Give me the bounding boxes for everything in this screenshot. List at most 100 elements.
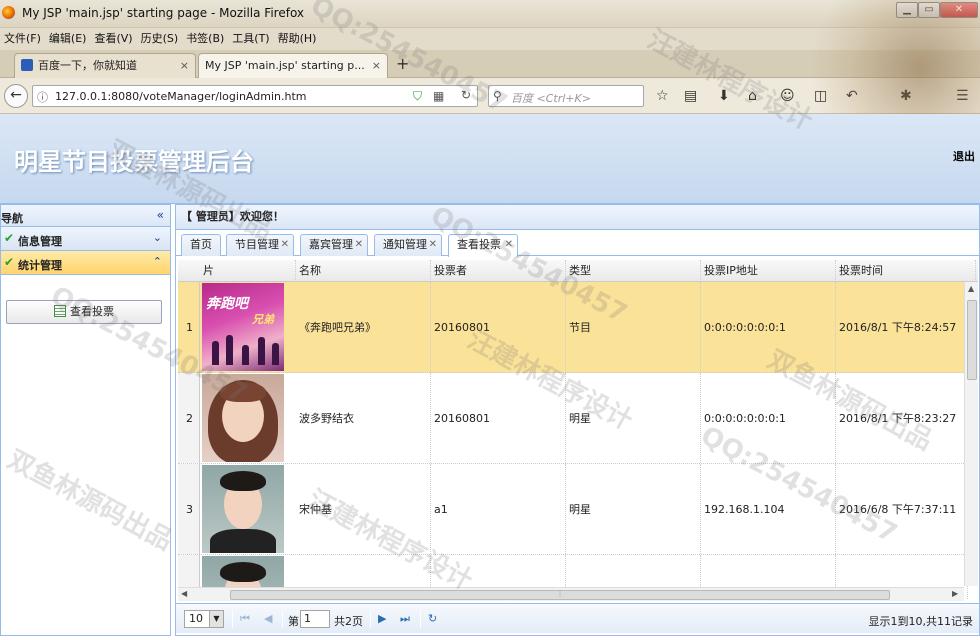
column-header-type[interactable]: 类型 bbox=[566, 260, 701, 282]
collapse-chevron-icon[interactable]: ⌃ bbox=[153, 255, 162, 268]
pocket-icon[interactable]: ◫ bbox=[814, 88, 827, 104]
collapse-panel-icon[interactable]: « bbox=[157, 208, 164, 222]
accordion-statistics-management[interactable]: ✔ 统计管理 ⌃ bbox=[1, 251, 170, 275]
puzzle-icon[interactable]: ✱ bbox=[900, 88, 912, 104]
search-bar[interactable]: ⚲ 百度 <Ctrl+K> bbox=[488, 85, 644, 107]
column-header-time[interactable]: 投票时间 bbox=[836, 260, 976, 282]
cell-name: 宋仲基 bbox=[296, 464, 431, 554]
navigation-title: 导航 bbox=[1, 212, 23, 225]
accordion-info-management[interactable]: ✔ 信息管理 ⌄ bbox=[1, 227, 170, 251]
tab-label: 查看投票 bbox=[457, 238, 501, 251]
close-tab-icon[interactable]: × bbox=[372, 54, 381, 77]
column-header-ip[interactable]: 投票IP地址 bbox=[701, 260, 836, 282]
logout-link[interactable]: 退出 bbox=[953, 148, 975, 164]
next-page-icon[interactable]: ▶ bbox=[378, 612, 386, 625]
photo-caption: 兄弟 bbox=[252, 313, 274, 326]
grid-header: 片 名称 投票者 类型 投票IP地址 投票时间 bbox=[178, 260, 978, 282]
close-tab-icon[interactable]: ✕ bbox=[281, 235, 289, 255]
menu-view[interactable]: 查看(V) bbox=[90, 28, 136, 50]
page-size-select[interactable]: 10 ▼ bbox=[184, 610, 224, 628]
undo-icon[interactable]: ↶ bbox=[846, 88, 858, 104]
browser-tab-label: My JSP 'main.jsp' starting p... bbox=[205, 59, 365, 72]
navigation-panel-header: 导航 « bbox=[1, 205, 170, 227]
table-row[interactable]: 1 奔跑吧 兄弟 《奔跑吧兄弟》 20160801 节目 0:0:0:0:0:0… bbox=[178, 282, 968, 373]
url-text: 127.0.0.1:8080/voteManager/loginAdmin.ht… bbox=[55, 90, 307, 103]
back-button[interactable]: ← bbox=[4, 84, 28, 108]
home-icon[interactable]: ⌂ bbox=[748, 88, 757, 104]
content-tab-strip: 首页 节目管理 ✕ 嘉宾管理 ✕ 通知管理 ✕ 查看投票 ✕ bbox=[176, 230, 979, 257]
tab-guest-management[interactable]: 嘉宾管理 ✕ bbox=[300, 234, 368, 256]
cell-ip: 192.168.1.104 bbox=[701, 464, 836, 554]
star-photo bbox=[202, 465, 284, 553]
download-icon[interactable]: ⬇ bbox=[718, 88, 730, 104]
row-number: 2 bbox=[178, 373, 200, 463]
tab-label: 通知管理 bbox=[383, 238, 427, 251]
url-bar[interactable]: ⓘ 127.0.0.1:8080/voteManager/loginAdmin.… bbox=[32, 85, 478, 107]
column-header-name[interactable]: 名称 bbox=[296, 260, 431, 282]
view-votes-label: 查看投票 bbox=[70, 305, 114, 318]
column-header-voter[interactable]: 投票者 bbox=[431, 260, 566, 282]
first-page-icon[interactable]: ⏮ bbox=[240, 612, 250, 626]
menu-edit[interactable]: 编辑(E) bbox=[45, 28, 91, 50]
cell-type: 明星 bbox=[566, 464, 701, 554]
browser-tab-bar: 百度一下，你就知道 × My JSP 'main.jsp' starting p… bbox=[0, 50, 980, 78]
table-row[interactable]: 2 波多野结衣 20160801 明星 0:0:0:0:0:0:0:1 2016… bbox=[178, 373, 968, 464]
menu-bar: 文件(F) 编辑(E) 查看(V) 历史(S) 书签(B) 工具(T) 帮助(H) bbox=[0, 28, 980, 50]
vertical-scrollbar[interactable]: ▲ bbox=[964, 282, 978, 586]
expand-chevron-icon[interactable]: ⌄ bbox=[153, 231, 162, 244]
menu-bookmarks[interactable]: 书签(B) bbox=[182, 28, 228, 50]
close-tab-icon[interactable]: × bbox=[180, 54, 189, 77]
minimize-button[interactable]: ▁ bbox=[896, 2, 918, 18]
tab-home[interactable]: 首页 bbox=[181, 234, 221, 256]
menu-history[interactable]: 历史(S) bbox=[137, 28, 183, 50]
column-header-photo[interactable]: 片 bbox=[200, 260, 296, 282]
tab-program-management[interactable]: 节目管理 ✕ bbox=[226, 234, 294, 256]
refresh-icon[interactable]: ↻ bbox=[428, 612, 437, 625]
photo-caption: 奔跑吧 bbox=[206, 296, 248, 312]
scroll-left-icon[interactable]: ◀ bbox=[181, 589, 187, 598]
hamburger-menu-icon[interactable]: ☰ bbox=[956, 88, 969, 104]
close-window-button[interactable]: ✕ bbox=[940, 2, 978, 18]
tab-notice-management[interactable]: 通知管理 ✕ bbox=[374, 234, 442, 256]
horizontal-scrollbar[interactable]: ◀ ⦙ ▶ bbox=[178, 587, 964, 601]
view-votes-button[interactable]: 查看投票 bbox=[6, 300, 162, 324]
browser-tab-main[interactable]: My JSP 'main.jsp' starting p... × bbox=[198, 53, 388, 78]
emoji-icon[interactable]: ☺ bbox=[780, 88, 795, 104]
reload-icon[interactable]: ↻ bbox=[461, 88, 471, 102]
app-header: 明星节目投票管理后台 退出 bbox=[0, 114, 980, 204]
dropdown-arrow-icon[interactable]: ▼ bbox=[209, 611, 223, 627]
cell-type: 节目 bbox=[566, 282, 701, 372]
menu-help[interactable]: 帮助(H) bbox=[274, 28, 321, 50]
close-tab-icon[interactable]: ✕ bbox=[429, 235, 437, 255]
horizontal-scroll-thumb[interactable]: ⦙ bbox=[230, 590, 890, 600]
new-tab-button[interactable]: + bbox=[396, 54, 409, 73]
search-placeholder: 百度 <Ctrl+K> bbox=[511, 92, 591, 105]
shield-icon[interactable]: ⛉ bbox=[413, 89, 422, 104]
close-tab-icon[interactable]: ✕ bbox=[505, 235, 513, 255]
cell-voter: 20160801 bbox=[431, 282, 566, 372]
pagination-bar: 10 ▼ ⏮ ◀ 第 1 共2页 ▶ ⏭ ↻ 显示1到10,共11记录 bbox=[176, 603, 979, 633]
close-tab-icon[interactable]: ✕ bbox=[355, 235, 363, 255]
table-row[interactable]: 3 宋仲基 a1 明星 192.168.1.104 2016/6/8 下午7:3… bbox=[178, 464, 968, 555]
tab-view-votes[interactable]: 查看投票 ✕ bbox=[448, 234, 518, 257]
menu-file[interactable]: 文件(F) bbox=[0, 28, 45, 50]
vertical-scroll-thumb[interactable] bbox=[967, 300, 977, 380]
window-titlebar: My JSP 'main.jsp' starting page - Mozill… bbox=[0, 0, 980, 28]
page-size-value: 10 bbox=[189, 612, 203, 625]
info-icon[interactable]: ⓘ bbox=[37, 89, 48, 105]
maximize-button[interactable]: ▭ bbox=[918, 2, 940, 18]
reading-list-icon[interactable]: ▤ bbox=[684, 88, 697, 104]
menu-tools[interactable]: 工具(T) bbox=[228, 28, 273, 50]
last-page-icon[interactable]: ⏭ bbox=[400, 612, 410, 626]
scroll-up-icon[interactable]: ▲ bbox=[968, 284, 974, 293]
baidu-paw-icon bbox=[21, 59, 33, 71]
browser-tab-baidu[interactable]: 百度一下，你就知道 × bbox=[14, 53, 196, 78]
app-title: 明星节目投票管理后台 bbox=[14, 148, 254, 176]
cell-type: 明星 bbox=[566, 373, 701, 463]
previous-page-icon[interactable]: ◀ bbox=[264, 612, 272, 625]
bookmark-star-icon[interactable]: ☆ bbox=[656, 88, 669, 104]
scroll-right-icon[interactable]: ▶ bbox=[952, 589, 958, 598]
qr-code-icon[interactable]: ▦ bbox=[433, 89, 444, 103]
page-label: 第 bbox=[288, 615, 299, 628]
page-number-input[interactable]: 1 bbox=[300, 610, 330, 628]
